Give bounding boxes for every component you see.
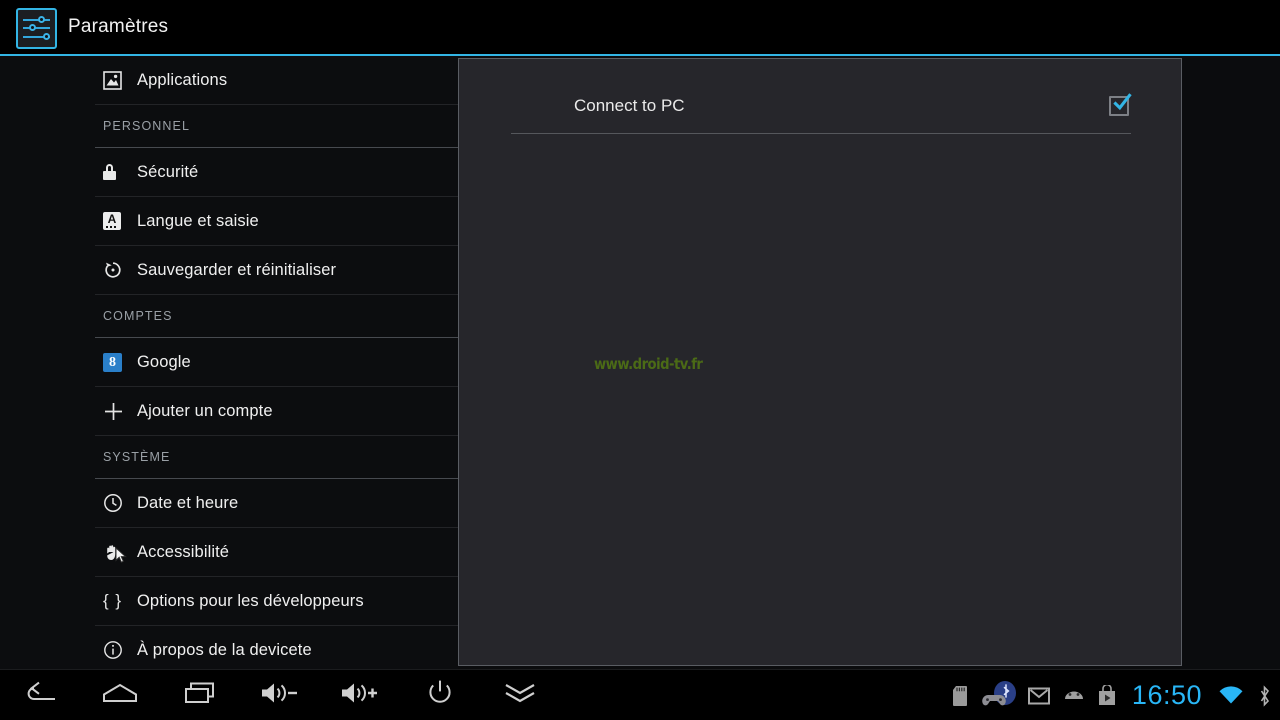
sidebar-item-label: Sécurité: [137, 162, 199, 181]
braces-icon: { }: [103, 591, 123, 610]
bluetooth-icon[interactable]: [1257, 684, 1272, 707]
wifi-icon[interactable]: [1218, 685, 1244, 706]
sidebar-item-label: Accessibilité: [137, 542, 230, 561]
gamepad-bluetooth-icon[interactable]: [981, 680, 1016, 709]
setting-row-connect-to-pc[interactable]: Connect to PC: [511, 79, 1132, 134]
back-button[interactable]: [0, 670, 80, 720]
section-header-personnel: PERSONNEL: [95, 105, 458, 148]
connect-to-pc-checkbox[interactable]: [1109, 93, 1132, 116]
volume-up-icon: [339, 680, 381, 711]
sidebar-item-google[interactable]: 8 Google: [95, 338, 458, 387]
sidebar-item-date-et-heure[interactable]: Date et heure: [95, 479, 458, 528]
recents-button[interactable]: [160, 670, 240, 720]
volume-up-button[interactable]: [320, 670, 400, 720]
plus-icon: [103, 396, 137, 426]
sidebar-item-label: Langue et saisie: [137, 211, 259, 230]
navigation-buttons: [0, 670, 560, 720]
section-header-label: PERSONNEL: [103, 119, 191, 133]
google-icon: 8: [103, 347, 137, 377]
sidebar-item-a-propos[interactable]: À propos de la devicete: [95, 626, 458, 669]
status-bar-icons: 16:50: [952, 670, 1272, 720]
back-icon: [22, 680, 58, 711]
settings-sidebar: Applications PERSONNEL Sécurité A Langue…: [0, 56, 458, 669]
content-area: Applications PERSONNEL Sécurité A Langue…: [0, 56, 1280, 669]
detail-panel: Connect to PC www.droid-tv.fr: [458, 58, 1182, 666]
page-title: Paramètres: [68, 16, 169, 37]
check-icon: [1113, 93, 1132, 111]
sidebar-item-label: Applications: [137, 70, 228, 89]
hand-accessibility-icon: [103, 537, 137, 567]
sidebar-item-label: Sauvegarder et réinitialiser: [137, 260, 337, 279]
sidebar-item-label: Google: [137, 352, 191, 371]
keyboard-language-icon: A: [103, 206, 137, 236]
status-clock: 16:50: [1131, 680, 1202, 710]
power-button[interactable]: [400, 670, 480, 720]
section-header-comptes: COMPTES: [95, 295, 458, 338]
expand-notifications-button[interactable]: [480, 670, 560, 720]
sidebar-item-sauvegarder-et-reinitialiser[interactable]: Sauvegarder et réinitialiser: [95, 246, 458, 295]
setting-label: Connect to PC: [574, 96, 685, 115]
title-bar: Paramètres: [0, 0, 1280, 56]
sidebar-item-options-developpeurs[interactable]: { } Options pour les développeurs: [95, 577, 458, 626]
section-header-label: COMPTES: [103, 309, 173, 323]
sidebar-item-label: Date et heure: [137, 493, 239, 512]
sidebar-item-ajouter-un-compte[interactable]: Ajouter un compte: [95, 387, 458, 436]
recents-icon: [182, 680, 218, 711]
section-header-systeme: SYSTÈME: [95, 436, 458, 479]
power-icon: [425, 678, 455, 713]
play-store-icon[interactable]: [1098, 685, 1116, 706]
restore-icon: [103, 255, 137, 285]
applications-icon: [103, 65, 137, 95]
android-icon[interactable]: [1063, 688, 1085, 704]
sidebar-item-label: À propos de la devicete: [137, 640, 312, 659]
section-header-label: SYSTÈME: [103, 450, 171, 464]
sidebar-item-langue-et-saisie[interactable]: A Langue et saisie: [95, 197, 458, 246]
info-icon: [103, 635, 137, 665]
volume-down-button[interactable]: [240, 670, 320, 720]
lock-icon: [103, 157, 137, 187]
sidebar-item-label: Ajouter un compte: [137, 401, 273, 420]
mouse-cursor-icon: [115, 547, 127, 563]
sidebar-item-accessibilite[interactable]: Accessibilité: [95, 528, 458, 577]
settings-sliders-icon: [16, 8, 57, 49]
sidebar-item-applications[interactable]: Applications: [95, 56, 458, 105]
clock-icon: [103, 488, 137, 518]
sidebar-item-securite[interactable]: Sécurité: [95, 148, 458, 197]
home-icon: [101, 681, 139, 710]
android-settings-screen: Paramètres Applications PERSONNEL Sécuri…: [0, 0, 1280, 720]
home-button[interactable]: [80, 670, 160, 720]
expand-notifications-icon: [502, 680, 538, 711]
volume-down-icon: [259, 680, 301, 711]
gmail-icon[interactable]: [1027, 687, 1050, 705]
settings-list: Applications PERSONNEL Sécurité A Langue…: [95, 56, 458, 669]
system-navigation-bar: 16:50: [0, 669, 1280, 720]
sidebar-item-label: Options pour les développeurs: [137, 591, 364, 610]
site-watermark: www.droid-tv.fr: [594, 355, 703, 373]
sd-card-icon[interactable]: [952, 685, 968, 707]
